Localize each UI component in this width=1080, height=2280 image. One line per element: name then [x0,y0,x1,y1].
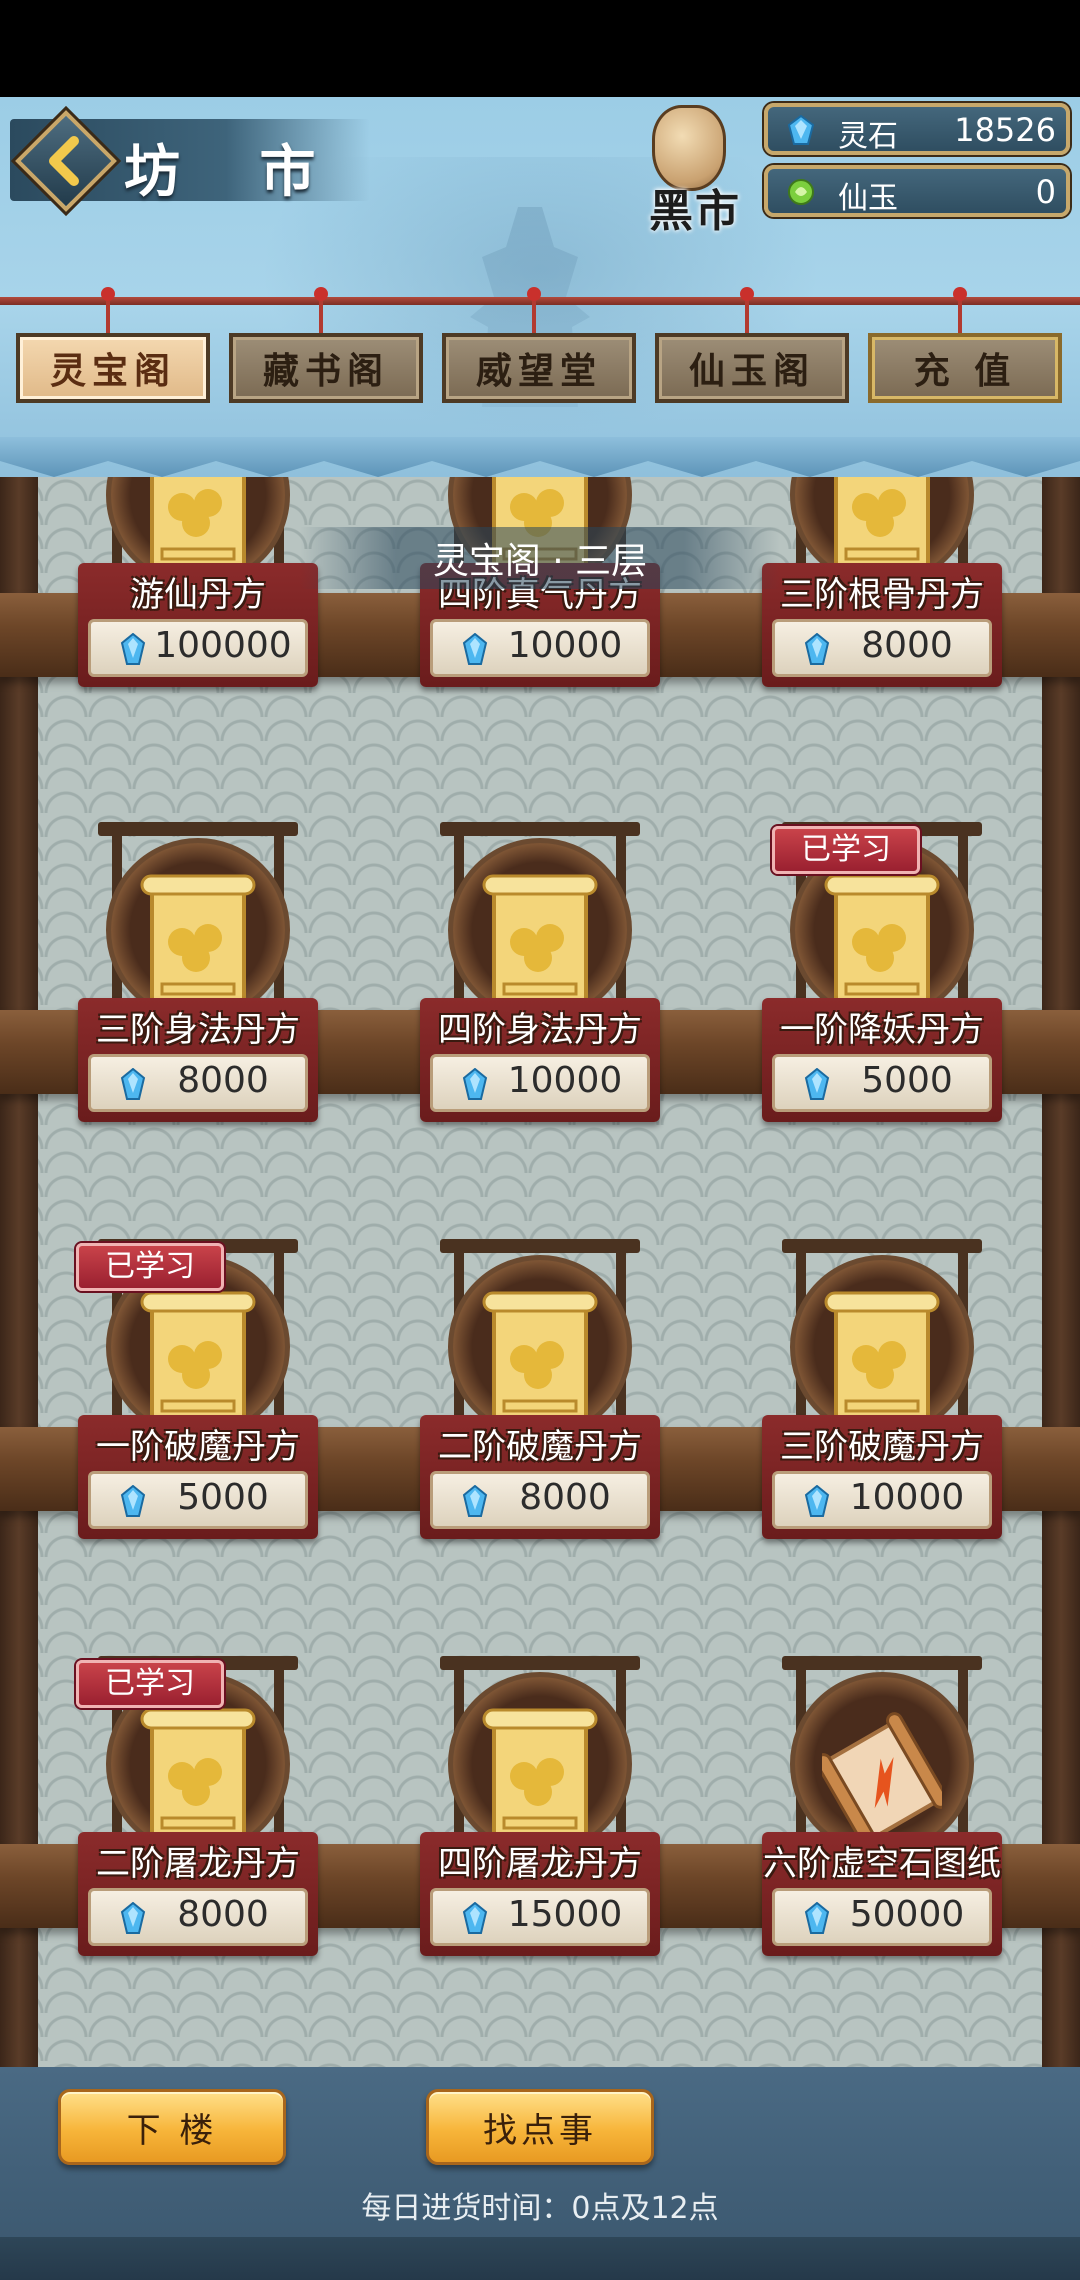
item-name: 四阶身法丹方 [438,1010,642,1050]
tab-label: 充 值 [913,350,1017,392]
currency-amount: 18526 [954,111,1056,149]
learned-badge: 已学习 [772,826,920,874]
shop-item[interactable]: 三阶身法丹方 8000 [78,822,318,1122]
bottom-strip [0,2237,1080,2280]
currency-amount: 0 [1035,173,1056,211]
item-price: 10000 [507,625,623,666]
tassel [953,287,967,333]
item-price: 8000 [519,1477,611,1518]
item-price: 100000 [154,625,292,666]
shop-shelves[interactable]: 游仙丹方 100000 四阶真气丹方 10000 三阶根骨丹方 8000 灵宝阁… [0,477,1080,2067]
blue-gem-icon [787,115,815,145]
blue-gem-icon [804,1485,830,1517]
page-title: 坊 市 [124,139,346,205]
black-market-label: 黑市 [649,186,741,237]
floor-label: 灵宝阁 · 三层 [300,527,780,589]
downstairs-button[interactable]: 下 楼 [58,2089,286,2165]
shop-item[interactable]: 四阶身法丹方 10000 [420,822,660,1122]
blue-gem-icon [120,1068,146,1100]
shop-item[interactable]: 已学习 一阶降妖丹方 5000 [762,822,1002,1122]
blue-gem-icon [804,1902,830,1934]
tab-label: 仙玉阁 [688,350,815,392]
item-name: 六阶虚空石图纸 [763,1844,1001,1884]
shop-item[interactable]: 已学习 一阶破魔丹方 5000 [76,1239,318,1539]
header: 坊 市 黑市 灵石 18526 仙玉 0 灵宝阁 藏书阁 威望堂 仙玉阁 充 值 [0,97,1080,477]
item-price: 8000 [861,625,953,666]
restock-time-text: 每日进货时间：0点及12点 [361,2191,719,2226]
item-price: 15000 [507,1894,623,1935]
tab-prestige-hall[interactable]: 威望堂 [442,333,636,403]
tab-jade-pavilion[interactable]: 仙玉阁 [655,333,849,403]
shop-item[interactable]: 三阶根骨丹方 8000 [762,477,1002,687]
item-name: 三阶破魔丹方 [780,1427,984,1467]
item-price: 5000 [177,1477,269,1518]
shop-item[interactable]: 游仙丹方 100000 [78,477,318,687]
blue-gem-icon [462,1068,488,1100]
learned-badge: 已学习 [76,1660,224,1708]
tab-label: 灵宝阁 [49,350,176,392]
item-price: 10000 [849,1477,965,1518]
shop-item[interactable]: 二阶破魔丹方 8000 [420,1239,660,1539]
item-name: 一阶降妖丹方 [780,1010,984,1050]
learned-badge: 已学习 [76,1243,224,1291]
currency-immortal-jade: 仙玉 0 [764,165,1070,217]
tab-lingbao-pavilion[interactable]: 灵宝阁 [16,333,210,403]
item-name: 二阶破魔丹方 [438,1427,642,1467]
shop-item[interactable]: 四阶屠龙丹方 15000 [420,1656,660,1956]
shop-item[interactable]: 已学习 二阶屠龙丹方 8000 [76,1656,318,1956]
item-price: 8000 [177,1060,269,1101]
tassel [314,287,328,333]
tab-label: 威望堂 [475,350,602,392]
blue-gem-icon [462,1902,488,1934]
currency-spirit-stone: 灵石 18526 [764,103,1070,155]
left-pillar [0,477,38,2067]
item-price: 50000 [849,1894,965,1935]
blue-gem-icon [120,1902,146,1934]
right-pillar [1042,477,1080,2067]
blue-gem-icon [120,633,146,665]
blue-gem-icon [804,633,830,665]
tab-recharge[interactable]: 充 值 [868,333,1062,403]
find-task-button[interactable]: 找点事 [426,2089,654,2165]
item-name: 一阶破魔丹方 [96,1427,300,1467]
blue-gem-icon [120,1485,146,1517]
item-name: 三阶身法丹方 [96,1010,300,1050]
item-price: 10000 [507,1060,623,1101]
curtain-valance [0,437,1080,477]
back-button[interactable] [12,107,120,215]
blue-gem-icon [462,1485,488,1517]
item-price: 8000 [177,1894,269,1935]
tab-label: 藏书阁 [262,350,389,392]
blue-gem-icon [462,633,488,665]
shop-item[interactable]: 三阶破魔丹方 10000 [762,1239,1002,1539]
item-name: 四阶屠龙丹方 [438,1844,642,1884]
currency-name: 仙玉 [838,181,898,216]
currency-name: 灵石 [838,119,898,154]
tassel [101,287,115,333]
tassel [527,287,541,333]
item-name: 二阶屠龙丹方 [96,1844,300,1884]
tassel [740,287,754,333]
tab-library-pavilion[interactable]: 藏书阁 [229,333,423,403]
shop-item[interactable]: 六阶虚空石图纸 50000 [762,1656,1002,1956]
item-price: 5000 [861,1060,953,1101]
green-jade-icon [788,179,814,205]
black-market-button[interactable]: 黑市 [640,105,750,237]
status-bar [0,0,1080,97]
footer: 下 楼 找点事 每日进货时间：0点及12点 [0,2067,1080,2280]
blue-gem-icon [804,1068,830,1100]
chevron-left-icon [12,107,120,215]
